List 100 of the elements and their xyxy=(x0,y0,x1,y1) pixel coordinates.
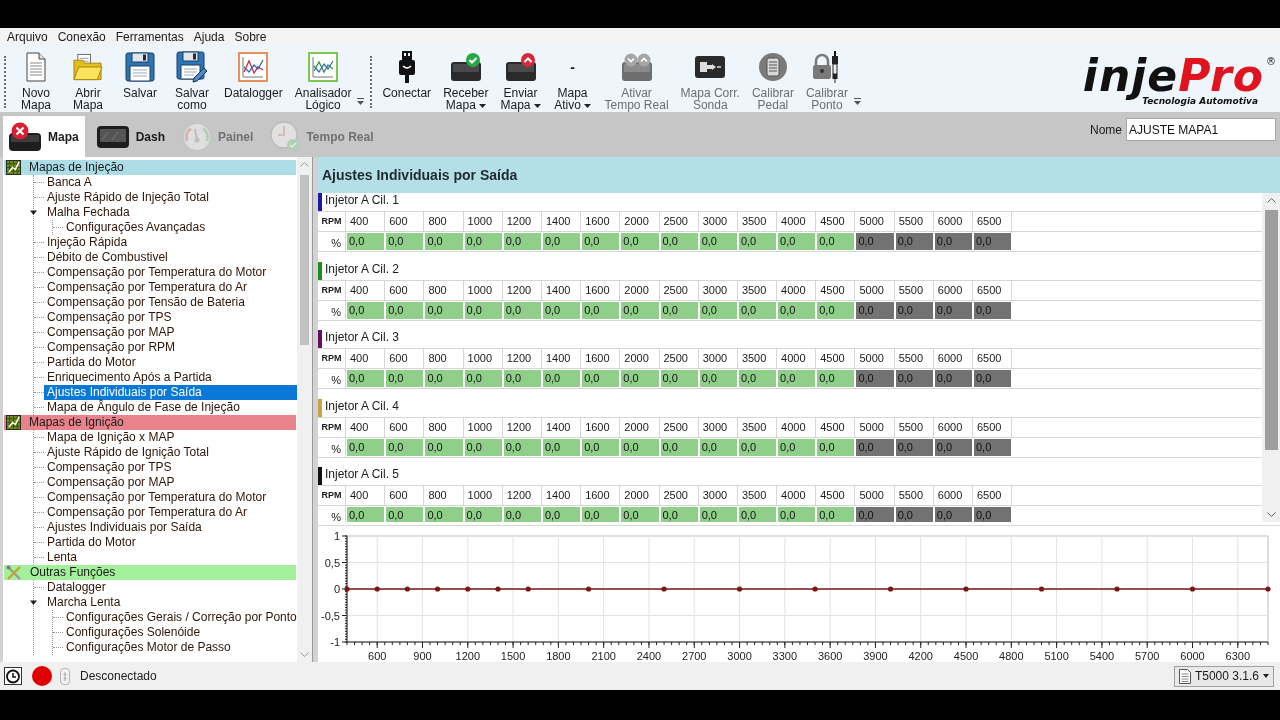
toolbar-button[interactable]: - Mapa Ativo xyxy=(550,50,595,111)
value-cell[interactable]: 0,0 xyxy=(385,369,425,388)
expand-caret-icon[interactable] xyxy=(30,209,37,216)
value-cell[interactable]: 0,0 xyxy=(698,369,738,388)
value-cell[interactable]: 0,0 xyxy=(346,506,386,522)
value-cell[interactable]: 0,0 xyxy=(424,232,464,251)
value-cell[interactable]: 0,0 xyxy=(737,506,778,522)
tree-item[interactable]: Partida do Motor xyxy=(44,535,139,550)
value-cell[interactable]: 0,0 xyxy=(620,369,660,388)
value-cell[interactable]: 0,0 xyxy=(816,506,856,522)
tree-group-header[interactable]: Outras Funções xyxy=(4,565,296,580)
toolbar-button[interactable]: Datalogger xyxy=(222,50,285,99)
value-cell[interactable]: 0,0 xyxy=(424,369,464,388)
tree-item[interactable]: Compensação por TPS xyxy=(44,460,175,475)
toolbar-button[interactable]: Abrir Mapa xyxy=(66,50,110,111)
value-cell[interactable]: 0,0 xyxy=(502,232,542,251)
value-cell[interactable]: 0,0 xyxy=(659,506,699,522)
value-cell[interactable]: 0,0 xyxy=(541,232,582,251)
tree-item[interactable]: Compensação por Temperatura do Ar xyxy=(44,280,250,295)
value-cell[interactable]: 0,0 xyxy=(541,506,582,522)
menu-item[interactable]: Conexão xyxy=(52,29,111,45)
name-field[interactable]: AJUSTE MAPA1 xyxy=(1126,118,1276,141)
tree-item[interactable]: Compensação por Temperatura do Motor xyxy=(44,490,270,505)
tree-item[interactable]: Lenta xyxy=(44,550,81,565)
value-cell[interactable]: 0,0 xyxy=(777,506,817,522)
value-cell[interactable]: 0,0 xyxy=(346,369,386,388)
value-cell[interactable]: 0,0 xyxy=(346,232,386,251)
toolbar-button[interactable]: Salvar como xyxy=(170,50,214,111)
dropdown-caret-icon[interactable] xyxy=(533,103,541,108)
tree-item[interactable]: Ajuste Rápido de Ignição Total xyxy=(44,445,212,460)
menu-item[interactable]: Sobre xyxy=(229,29,272,45)
tree-item[interactable]: Configurações Gerais / Correção por Ponto xyxy=(63,610,297,625)
tree-item[interactable]: Compensação por TPS xyxy=(44,310,175,325)
value-cell[interactable]: 0,0 xyxy=(581,369,621,388)
overflow-icon[interactable] xyxy=(853,98,861,105)
value-cell[interactable]: 0,0 xyxy=(659,232,699,251)
scroll-down-icon[interactable] xyxy=(1266,512,1276,517)
tree-item[interactable]: Marcha Lenta xyxy=(44,595,124,610)
value-cell[interactable]: 0,0 xyxy=(385,232,425,251)
toolbar-button[interactable]: Analisador Lógico xyxy=(292,50,354,111)
value-cell[interactable]: 0,0 xyxy=(816,232,856,251)
tree-item[interactable]: Compensação por MAP xyxy=(44,325,178,340)
value-cell[interactable]: 0,0 xyxy=(737,369,778,388)
tree-group-header[interactable]: Mapas de Ignição xyxy=(4,415,296,430)
toolbar-button[interactable]: Conectar xyxy=(380,50,434,99)
tree-item[interactable]: Malha Fechada xyxy=(44,205,133,220)
value-cell[interactable]: 0,0 xyxy=(385,506,425,522)
toolbar-button[interactable]: Enviar Mapa xyxy=(498,50,543,111)
tree-item[interactable]: Mapa de Ângulo de Fase de Injeção xyxy=(44,400,243,415)
value-cell[interactable]: 0,0 xyxy=(463,506,503,522)
value-cell[interactable]: 0,0 xyxy=(698,232,738,251)
tree-group-header[interactable]: Mapas de Injeção xyxy=(4,160,296,175)
tree-item[interactable]: Ajustes Individuais por Saída xyxy=(44,520,205,535)
value-cell[interactable]: 0,0 xyxy=(541,369,582,388)
tree-item[interactable]: Banca A xyxy=(44,175,95,190)
tree-item[interactable]: Débito de Combustivel xyxy=(44,250,171,265)
value-cell[interactable]: 0,0 xyxy=(777,232,817,251)
tree-item[interactable]: Injeção Rápida xyxy=(44,235,131,250)
tab[interactable]: Dash xyxy=(90,116,172,157)
value-cell[interactable]: 0,0 xyxy=(424,506,464,522)
scrollbar-thumb[interactable] xyxy=(1264,210,1278,450)
tree-item[interactable]: Partida do Motor xyxy=(44,355,139,370)
value-cell[interactable]: 0,0 xyxy=(463,232,503,251)
value-cell[interactable]: 0,0 xyxy=(777,369,817,388)
tree-item[interactable]: Configurações Motor de Passo xyxy=(63,640,234,655)
tree-item[interactable]: Mapa de Ignição x MAP xyxy=(44,430,178,445)
tree-item[interactable]: Compensação por MAP xyxy=(44,475,178,490)
tree-item[interactable]: Ajustes Individuais por Saída xyxy=(44,385,297,400)
tree-item[interactable]: Enriquecimento Após a Partida xyxy=(44,370,215,385)
tree-item[interactable]: Configurações Avançadas xyxy=(63,220,209,235)
value-cell[interactable]: 0,0 xyxy=(581,506,621,522)
scroll-up-icon[interactable] xyxy=(1266,198,1276,203)
overflow-icon[interactable] xyxy=(357,98,365,105)
value-cell[interactable]: 0,0 xyxy=(620,506,660,522)
toolbar-button[interactable]: Receber Mapa xyxy=(441,50,491,111)
toolbar-button[interactable]: Novo Mapa xyxy=(14,50,58,111)
value-cell[interactable]: 0,0 xyxy=(737,232,778,251)
value-cell[interactable]: 0,0 xyxy=(502,506,542,522)
version-button[interactable]: T5000 3.1.6 xyxy=(1173,665,1274,687)
menu-item[interactable]: Ajuda xyxy=(188,29,230,45)
value-cell[interactable]: 0,0 xyxy=(581,232,621,251)
value-cell[interactable]: 0,0 xyxy=(816,369,856,388)
value-cell[interactable]: 0,0 xyxy=(463,369,503,388)
tree-item[interactable]: Compensação por Tensão de Bateria xyxy=(44,295,248,310)
value-cell[interactable]: 0,0 xyxy=(502,369,542,388)
value-cell[interactable]: 0,0 xyxy=(659,369,699,388)
menu-item[interactable]: Arquivo xyxy=(2,29,53,45)
scrollbar-thumb[interactable] xyxy=(300,175,309,345)
dropdown-caret-icon[interactable] xyxy=(583,103,591,108)
tree-item[interactable]: Compensação por Temperatura do Motor xyxy=(44,265,270,280)
toolbar-button[interactable]: Salvar xyxy=(118,50,162,99)
tree-item[interactable]: Compensação por RPM xyxy=(44,340,179,355)
tab[interactable]: Mapa xyxy=(3,116,85,157)
dropdown-caret-icon[interactable] xyxy=(478,103,486,108)
tree-item[interactable]: Configurações Solenóide xyxy=(63,625,204,640)
tree-item[interactable]: Ajuste Rápido de Injeção Total xyxy=(44,190,212,205)
expand-caret-icon[interactable] xyxy=(30,599,37,606)
menu-item[interactable]: Ferramentas xyxy=(110,29,189,45)
tree-item[interactable]: Compensação por Temperatura do Ar xyxy=(44,505,250,520)
value-cell[interactable]: 0,0 xyxy=(698,506,738,522)
